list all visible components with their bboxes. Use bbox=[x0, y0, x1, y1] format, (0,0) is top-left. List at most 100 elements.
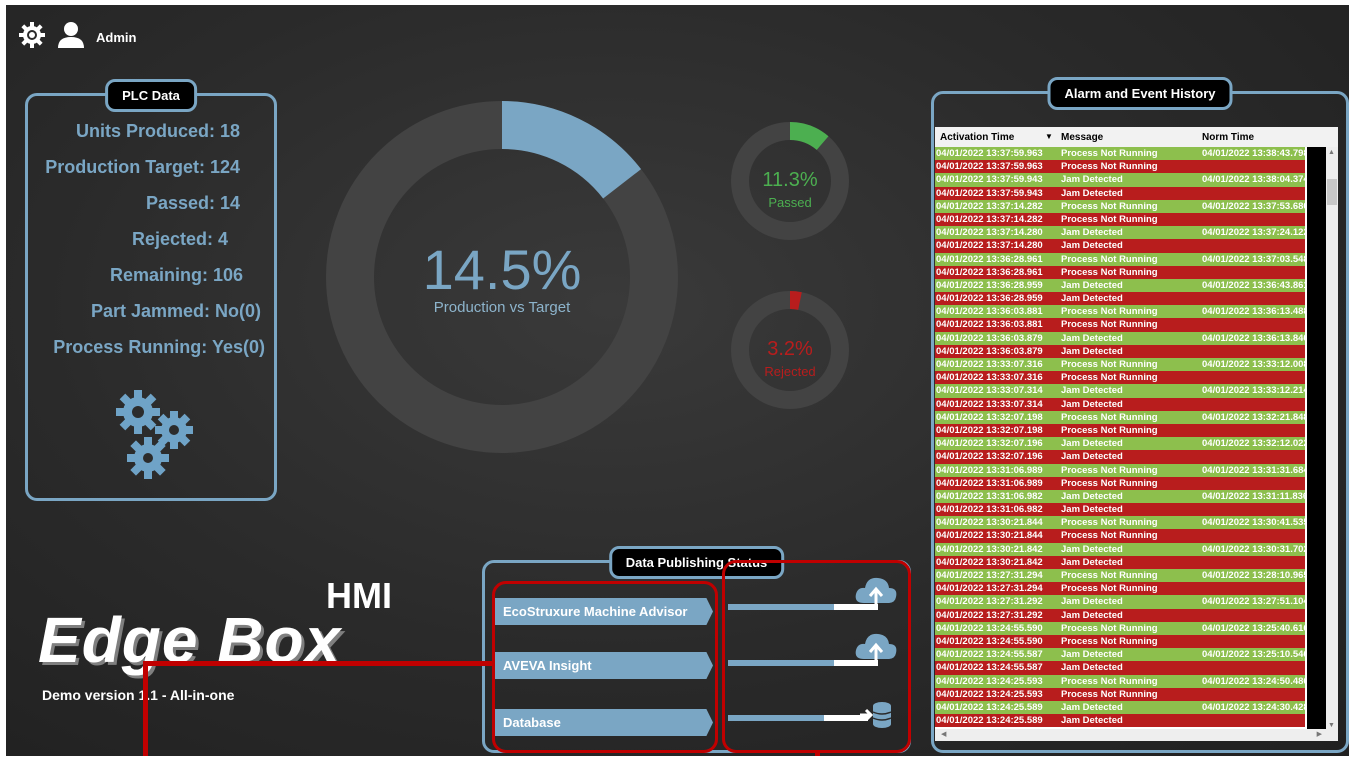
scroll-left-icon[interactable]: ◀ bbox=[941, 730, 946, 738]
alarm-table[interactable]: Activation Time ▼ Message Norm Time 04/0… bbox=[935, 127, 1338, 741]
table-row[interactable]: 04/01/2022 13:24:55.590 Process Not Runni… bbox=[935, 634, 1305, 649]
cell-message: Process Not Running bbox=[1061, 424, 1158, 436]
cell-message: Jam Detected bbox=[1061, 293, 1123, 305]
table-row[interactable]: 04/01/2022 13:32:07.198 Process Not Runni… bbox=[935, 410, 1305, 424]
column-activation-time[interactable]: Activation Time bbox=[940, 132, 1014, 143]
table-row[interactable]: 04/01/2022 13:30:21.842 Jam Detected bbox=[935, 555, 1305, 569]
user-name[interactable]: Admin bbox=[96, 30, 136, 45]
sort-desc-icon[interactable]: ▼ bbox=[1045, 132, 1053, 141]
table-row[interactable]: 04/01/2022 13:33:07.316 Process Not Runni… bbox=[935, 371, 1305, 385]
cell-message: Jam Detected bbox=[1061, 715, 1123, 727]
table-row[interactable]: 04/01/2022 13:24:25.589 Jam Detected bbox=[935, 714, 1305, 728]
table-row[interactable]: 04/01/2022 13:37:59.943 Jam Detected bbox=[935, 186, 1305, 200]
cell-message: Process Not Running bbox=[1061, 675, 1158, 687]
table-row[interactable]: 04/01/2022 13:37:14.282 Process Not Runni… bbox=[935, 212, 1305, 227]
cell-activation-time: 04/01/2022 13:31:06.982 bbox=[936, 490, 1043, 502]
table-row[interactable]: 04/01/2022 13:33:07.316 Process Not Runni… bbox=[935, 358, 1305, 372]
table-row[interactable]: 04/01/2022 13:27:31.294 Process Not Runni… bbox=[935, 582, 1305, 596]
column-message[interactable]: Message bbox=[1061, 132, 1103, 143]
cell-message: Jam Detected bbox=[1061, 504, 1123, 516]
table-row[interactable]: 04/01/2022 13:31:06.989 Process Not Runni… bbox=[935, 463, 1305, 477]
table-row[interactable]: 04/01/2022 13:36:28.961 Process Not Runni… bbox=[935, 265, 1305, 279]
passed-label: Passed bbox=[768, 195, 812, 210]
top-bar: Admin bbox=[18, 21, 136, 54]
version-text: Demo version 1.1 - All-in-one bbox=[42, 687, 235, 703]
rejected-gauge-fill bbox=[789, 291, 802, 310]
cell-message: Process Not Running bbox=[1061, 688, 1158, 700]
cell-message: Process Not Running bbox=[1061, 372, 1158, 384]
table-row[interactable]: 04/01/2022 13:37:14.280 Jam Detected bbox=[935, 239, 1305, 253]
cell-norm-time: 04/01/2022 13:27:51.104 bbox=[1202, 596, 1305, 608]
column-norm-time[interactable]: Norm Time bbox=[1202, 132, 1254, 143]
table-row[interactable]: 04/01/2022 13:36:03.881 Process Not Runni… bbox=[935, 318, 1305, 332]
table-row[interactable]: 04/01/2022 13:24:25.589 Jam Detected 04/01… bbox=[935, 700, 1305, 715]
cell-message: Jam Detected bbox=[1061, 345, 1123, 357]
table-row[interactable]: 04/01/2022 13:27:31.292 Jam Detected 04/01… bbox=[935, 595, 1305, 609]
table-row[interactable]: 04/01/2022 13:37:59.963 Process Not Runni… bbox=[935, 147, 1305, 161]
table-row[interactable]: 04/01/2022 13:24:25.593 Process Not Runni… bbox=[935, 687, 1305, 701]
cell-message: Jam Detected bbox=[1061, 490, 1123, 502]
horizontal-scrollbar[interactable]: ◀ ▶ bbox=[935, 729, 1338, 741]
cell-message: Jam Detected bbox=[1061, 596, 1123, 608]
cell-activation-time: 04/01/2022 13:24:25.589 bbox=[936, 715, 1043, 727]
table-row[interactable]: 04/01/2022 13:31:06.982 Jam Detected 04/01… bbox=[935, 489, 1305, 504]
table-row[interactable]: 04/01/2022 13:37:14.280 Jam Detected 04/01… bbox=[935, 226, 1305, 240]
cell-norm-time: 04/01/2022 13:38:04.374 bbox=[1202, 174, 1305, 186]
cell-norm-time: 04/01/2022 13:25:10.546 bbox=[1202, 649, 1305, 661]
cell-activation-time: 04/01/2022 13:36:03.879 bbox=[936, 345, 1043, 357]
table-row[interactable]: 04/01/2022 13:37:59.963 Process Not Runni… bbox=[935, 160, 1305, 174]
table-row[interactable]: 04/01/2022 13:37:14.282 Process Not Runni… bbox=[935, 199, 1305, 213]
table-row[interactable]: 04/01/2022 13:36:03.879 Jam Detected bbox=[935, 344, 1305, 358]
table-row[interactable]: 04/01/2022 13:36:28.959 Jam Detected bbox=[935, 292, 1305, 306]
cell-message: Process Not Running bbox=[1061, 477, 1158, 489]
table-row[interactable]: 04/01/2022 13:37:59.943 Jam Detected 04/01… bbox=[935, 173, 1305, 187]
table-row[interactable]: 04/01/2022 13:36:03.881 Process Not Runni… bbox=[935, 305, 1305, 319]
cell-activation-time: 04/01/2022 13:32:07.196 bbox=[936, 451, 1043, 463]
cell-message: Jam Detected bbox=[1061, 187, 1123, 199]
table-row[interactable]: 04/01/2022 13:33:07.314 Jam Detected bbox=[935, 397, 1305, 411]
gear-icon[interactable] bbox=[18, 21, 46, 54]
table-row[interactable]: 04/01/2022 13:24:55.587 Jam Detected 04/01… bbox=[935, 648, 1305, 662]
cell-message: Jam Detected bbox=[1061, 649, 1123, 661]
cell-message: Process Not Running bbox=[1061, 161, 1158, 173]
cell-message: Jam Detected bbox=[1061, 279, 1123, 291]
production-gauge-fill bbox=[501, 101, 642, 200]
cell-norm-time: 04/01/2022 13:32:21.848 bbox=[1202, 411, 1305, 423]
rejected-label: Rejected bbox=[764, 364, 816, 379]
cell-activation-time: 04/01/2022 13:27:31.294 bbox=[936, 570, 1043, 581]
table-row[interactable]: 04/01/2022 13:36:28.959 Jam Detected 04/01… bbox=[935, 278, 1305, 293]
cell-message: Jam Detected bbox=[1061, 227, 1123, 239]
cell-activation-time: 04/01/2022 13:30:21.844 bbox=[936, 530, 1043, 542]
table-row[interactable]: 04/01/2022 13:32:07.196 Jam Detected bbox=[935, 450, 1305, 464]
scroll-thumb[interactable] bbox=[1327, 179, 1337, 205]
table-row[interactable]: 04/01/2022 13:30:21.844 Process Not Runni… bbox=[935, 516, 1305, 530]
table-row[interactable]: 04/01/2022 13:33:07.314 Jam Detected 04/01… bbox=[935, 384, 1305, 398]
cell-message: Process Not Running bbox=[1061, 319, 1158, 331]
table-row[interactable]: 04/01/2022 13:32:07.198 Process Not Runni… bbox=[935, 423, 1305, 438]
cell-norm-time: 04/01/2022 13:31:11.836 bbox=[1202, 490, 1305, 502]
scroll-right-icon[interactable]: ▶ bbox=[1317, 730, 1322, 738]
cell-message: Jam Detected bbox=[1061, 398, 1123, 410]
cell-norm-time: 04/01/2022 13:33:12.214 bbox=[1202, 385, 1305, 397]
table-row[interactable]: 04/01/2022 13:32:07.196 Jam Detected 04/01… bbox=[935, 437, 1305, 451]
cell-activation-time: 04/01/2022 13:36:28.961 bbox=[936, 266, 1043, 278]
table-row[interactable]: 04/01/2022 13:27:31.294 Process Not Runni… bbox=[935, 569, 1305, 583]
table-row[interactable]: 04/01/2022 13:30:21.842 Jam Detected 04/01… bbox=[935, 542, 1305, 556]
cell-activation-time: 04/01/2022 13:27:31.292 bbox=[936, 609, 1043, 621]
vertical-scrollbar[interactable]: ▲ ▼ bbox=[1326, 147, 1338, 733]
table-row[interactable]: 04/01/2022 13:31:06.989 Process Not Runni… bbox=[935, 476, 1305, 490]
table-row[interactable]: 04/01/2022 13:24:55.590 Process Not Runni… bbox=[935, 621, 1305, 635]
cell-activation-time: 04/01/2022 13:24:25.589 bbox=[936, 701, 1043, 713]
cell-message: Process Not Running bbox=[1061, 200, 1158, 212]
table-row[interactable]: 04/01/2022 13:24:25.593 Process Not Runni… bbox=[935, 674, 1305, 688]
table-row[interactable]: 04/01/2022 13:36:28.961 Process Not Runni… bbox=[935, 252, 1305, 266]
user-icon[interactable] bbox=[56, 21, 86, 54]
table-row[interactable]: 04/01/2022 13:24:55.587 Jam Detected bbox=[935, 661, 1305, 675]
cell-norm-time: 04/01/2022 13:30:31.702 bbox=[1202, 543, 1305, 555]
table-row[interactable]: 04/01/2022 13:36:03.879 Jam Detected 04/01… bbox=[935, 331, 1305, 345]
table-row[interactable]: 04/01/2022 13:31:06.982 Jam Detected bbox=[935, 503, 1305, 517]
scroll-down-icon[interactable]: ▼ bbox=[1328, 722, 1335, 729]
table-row[interactable]: 04/01/2022 13:30:21.844 Process Not Runni… bbox=[935, 529, 1305, 543]
table-row[interactable]: 04/01/2022 13:27:31.292 Jam Detected bbox=[935, 608, 1305, 622]
scroll-up-icon[interactable]: ▲ bbox=[1328, 149, 1335, 156]
